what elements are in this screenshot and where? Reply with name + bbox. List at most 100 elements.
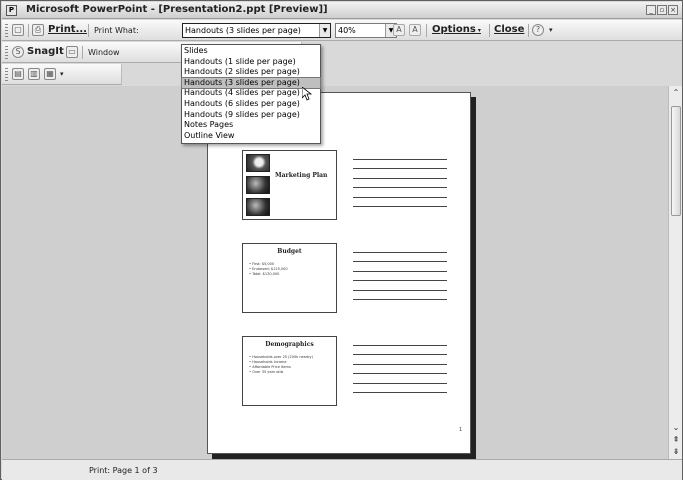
options-label: Options [432, 24, 476, 35]
note-line [353, 159, 447, 160]
preview-area: Marketing Plan Budget First: $5,000 Endo… [2, 86, 668, 459]
notes-lines [353, 252, 447, 308]
slide-title: Demographics [265, 341, 314, 348]
slide-thumbnail-3: Demographics Households over 25 (200k ne… [242, 336, 337, 406]
toolbar-grip[interactable] [5, 46, 8, 59]
note-line [353, 289, 447, 291]
note-line [353, 354, 447, 356]
note-line [353, 298, 447, 300]
slide-photo [246, 176, 270, 194]
slide-photo [246, 198, 270, 216]
separator [28, 24, 29, 37]
window-controls: _ ▫ × [646, 5, 678, 15]
toolbar-grip[interactable] [5, 24, 8, 37]
separator [88, 24, 89, 37]
toolbar-options-icon[interactable]: ▾ [60, 68, 64, 81]
mouse-cursor-icon [302, 87, 312, 101]
separator [426, 24, 427, 37]
note-line [353, 177, 447, 179]
window-title: Microsoft PowerPoint - [Presentation2.pp… [26, 4, 328, 15]
separator [82, 46, 83, 59]
status-bar: Print: Page 1 of 3 [2, 459, 682, 480]
powerpoint-window: P Microsoft PowerPoint - [Presentation2.… [0, 0, 683, 480]
slide-thumbnail-2: Budget First: $5,000 Endorsed: $125,000 … [242, 243, 337, 313]
note-line [353, 261, 447, 263]
note-line [353, 252, 447, 253]
scroll-down-icon[interactable]: ⌄ [670, 422, 682, 434]
close-icon[interactable]: × [668, 5, 678, 15]
handout-page: Marketing Plan Budget First: $5,000 Endo… [207, 92, 471, 454]
note-line [353, 345, 447, 346]
slide-show-icon[interactable]: ▦ [44, 68, 56, 80]
note-line [353, 280, 447, 282]
note-line [353, 168, 447, 170]
dropdown-option-handouts-6[interactable]: Handouts (6 slides per page) [182, 99, 320, 110]
note-line [353, 187, 447, 189]
dropdown-option-handouts-2[interactable]: Handouts (2 slides per page) [182, 67, 320, 78]
view-toolbar: ▤ ▥ ▦ ▾ [2, 64, 122, 85]
separator [489, 24, 490, 37]
slide-title: Budget [277, 248, 302, 255]
dropdown-option-slides[interactable]: Slides [182, 46, 320, 57]
page-number: 1 [459, 427, 463, 433]
dropdown-option-outline-view[interactable]: Outline View [182, 131, 320, 142]
note-line [353, 205, 447, 207]
print-what-label: Print What: [94, 26, 139, 35]
notes-lines [353, 345, 447, 401]
toolbar-grip[interactable] [5, 68, 8, 81]
dropdown-option-handouts-1[interactable]: Handouts (1 slide per page) [182, 57, 320, 68]
print-what-dropdown[interactable]: Handouts (3 slides per page) ▼ [182, 23, 331, 38]
note-line [353, 391, 447, 393]
slide-photo [246, 154, 270, 172]
zoom-dropdown[interactable]: 40% ▼ [335, 23, 397, 38]
print-what-dropdown-list: Slides Handouts (1 slide per page) Hando… [181, 44, 321, 144]
help-icon[interactable]: ? [532, 24, 544, 36]
printer-icon[interactable]: ⎙ [32, 24, 44, 36]
dropdown-option-handouts-4[interactable]: Handouts (4 slides per page) [182, 88, 320, 99]
capture-mode-label[interactable]: Window [88, 46, 120, 59]
capture-window-icon[interactable]: ▭ [66, 46, 78, 58]
print-what-value: Handouts (3 slides per page) [185, 26, 301, 35]
slide-title: Marketing Plan [275, 172, 328, 179]
snagit-button[interactable]: SnagIt [27, 45, 64, 58]
chevron-down-icon[interactable]: ▼ [319, 24, 330, 37]
note-line [353, 382, 447, 384]
dropdown-option-handouts-9[interactable]: Handouts (9 slides per page) [182, 110, 320, 121]
slide-bullets: First: $5,000 Endorsed: $125,000 Total: … [249, 262, 288, 277]
note-line [353, 363, 447, 365]
slide-bullets: Households over 25 (200k nearby) Househo… [249, 355, 313, 375]
next-page-icon[interactable]: ⇟ [670, 446, 682, 458]
close-preview-button[interactable]: Close [494, 23, 524, 36]
portrait-icon[interactable]: A [409, 24, 421, 36]
title-bar: P Microsoft PowerPoint - [Presentation2.… [2, 2, 682, 19]
vertical-scrollbar[interactable]: ⌃ ⌄ ⇞ ⇟ [668, 86, 682, 459]
dropdown-option-handouts-3[interactable]: Handouts (3 slides per page) [181, 76, 321, 90]
scroll-up-icon[interactable]: ⌃ [670, 87, 682, 99]
minimize-icon[interactable]: _ [646, 5, 656, 15]
options-button[interactable]: Options ▾ [432, 23, 481, 36]
separator [528, 24, 529, 37]
slide-bullet: Over 35 year olds [249, 370, 313, 375]
slide-icon[interactable]: ▤ [12, 68, 24, 80]
print-button[interactable]: Print... [48, 23, 87, 36]
print-preview-icon[interactable]: ▢ [12, 24, 24, 36]
toolbar-options-icon[interactable]: ▾ [549, 24, 553, 37]
previous-page-icon[interactable]: ⇞ [670, 434, 682, 446]
powerpoint-icon[interactable]: P [6, 5, 17, 16]
note-line [353, 373, 447, 375]
status-text: Print: Page 1 of 3 [89, 466, 158, 475]
scrollbar-thumb[interactable] [671, 106, 681, 216]
zoom-value: 40% [338, 26, 356, 35]
chevron-down-icon: ▾ [475, 27, 481, 34]
slide-sorter-icon[interactable]: ▥ [28, 68, 40, 80]
landscape-icon[interactable]: A [393, 24, 405, 36]
slide-thumbnail-1: Marketing Plan [242, 150, 337, 220]
note-line [353, 196, 447, 198]
dropdown-option-notes-pages[interactable]: Notes Pages [182, 120, 320, 131]
note-line [353, 270, 447, 272]
slide-bullet: Total: $130,000 [249, 272, 288, 277]
notes-lines [353, 159, 447, 215]
print-preview-toolbar: ▢ ⎙ Print... Print What: Handouts (3 sli… [2, 20, 682, 41]
snagit-icon[interactable]: S [12, 46, 24, 58]
restore-icon[interactable]: ▫ [657, 5, 667, 15]
